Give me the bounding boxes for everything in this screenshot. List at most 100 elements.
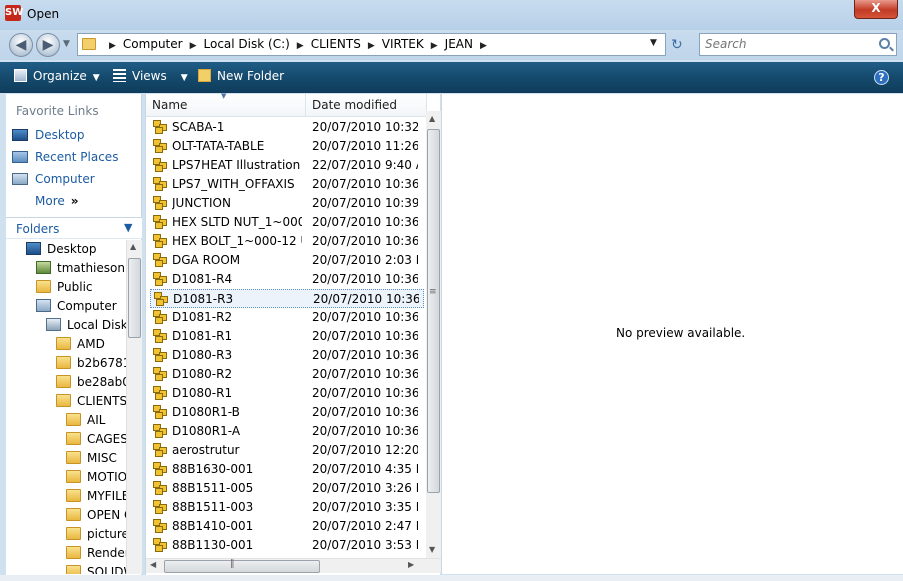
column-header-date-modified[interactable]: Date modified	[306, 94, 427, 117]
new-folder-icon	[198, 69, 211, 82]
breadcrumb-item[interactable]: JEAN	[445, 37, 473, 51]
views-button[interactable]: Views ▼	[113, 69, 188, 83]
breadcrumb-separator-icon[interactable]: ▶	[297, 41, 304, 51]
tree-item[interactable]: CAGES	[66, 432, 126, 451]
back-button[interactable]: ◀	[9, 33, 33, 57]
new-folder-button[interactable]: New Folder	[198, 69, 284, 83]
folder-icon	[66, 432, 81, 445]
file-row[interactable]: 88B1511-003 20/07/2010 3:35 PM	[150, 498, 424, 517]
scroll-up-icon[interactable]: ▲	[429, 114, 435, 123]
breadcrumb-item[interactable]: Computer	[123, 37, 183, 51]
file-row[interactable]: D1081-R2 20/07/2010 10:36 ...	[150, 308, 424, 327]
tree-item[interactable]: picture	[66, 527, 126, 546]
double-chevron-icon: »	[70, 194, 79, 208]
assembly-file-icon	[153, 310, 169, 325]
file-row[interactable]: OLT-TATA-TABLE 20/07/2010 11:26 ...	[150, 137, 424, 156]
address-dropdown[interactable]: ▼	[650, 38, 657, 48]
address-bar[interactable]: ▶ Computer ▶ Local Disk (C:) ▶ CLIENTS ▶ VIRTEK…	[77, 33, 666, 56]
scroll-right-icon[interactable]: ▶	[408, 560, 414, 569]
search-input[interactable]	[700, 34, 870, 54]
file-row[interactable]: aerostrutur 20/07/2010 12:20 ...	[150, 441, 424, 460]
tree-item[interactable]: CLIENTS	[56, 394, 126, 413]
file-date-modified: 20/07/2010 10:36 ...	[312, 177, 418, 191]
favorite-desktop[interactable]: Desktop	[12, 128, 85, 148]
file-row[interactable]: HEX BOLT_1~000-12 U... 20/07/2010 10:36 .…	[150, 232, 424, 251]
breadcrumb-item[interactable]: CLIENTS	[311, 37, 361, 51]
organize-button[interactable]: Organize ▼	[14, 69, 100, 83]
file-list: ▼ Name Date modified SCABA-1 20/07/2010 1…	[145, 92, 441, 581]
breadcrumb-separator-icon[interactable]: ▶	[368, 41, 375, 51]
grip-icon: ≡	[429, 287, 437, 297]
tree-item[interactable]: AMD	[56, 337, 105, 356]
search-icon[interactable]	[879, 38, 890, 49]
refresh-icon[interactable]: ↻	[671, 37, 683, 53]
close-button[interactable]: X	[854, 0, 898, 19]
tree-item[interactable]: tmathieson	[36, 261, 125, 280]
file-row[interactable]: SCABA-1 20/07/2010 10:32 ...	[150, 118, 424, 137]
breadcrumb-separator-icon[interactable]: ▶	[190, 41, 197, 51]
file-row[interactable]: D1080-R1 20/07/2010 10:36 ...	[150, 384, 424, 403]
computer-icon	[36, 299, 51, 312]
breadcrumb-separator-icon[interactable]: ▶	[109, 41, 116, 51]
folder-icon	[56, 375, 71, 388]
scroll-up-icon[interactable]: ▲	[130, 242, 136, 251]
file-row[interactable]: LPS7HEAT Illustration ... 22/07/2010 9:40…	[150, 156, 424, 175]
file-row[interactable]: 88B1410-001 20/07/2010 2:47 PM	[150, 517, 424, 536]
folders-toggle[interactable]: Folders ▼	[6, 217, 142, 239]
file-row[interactable]: D1080R1-B 20/07/2010 10:36 ...	[150, 403, 424, 422]
file-name: D1081-R4	[172, 272, 233, 286]
breadcrumb-separator-icon[interactable]: ▶	[480, 41, 487, 51]
assembly-file-icon	[153, 272, 169, 287]
tree-item-label: be28ab0b	[77, 375, 126, 389]
breadcrumb-item[interactable]: VIRTEK	[382, 37, 424, 51]
forward-button[interactable]: ▶	[36, 33, 60, 57]
folder-icon	[56, 356, 71, 369]
favorite-computer[interactable]: Computer	[12, 172, 95, 192]
file-row[interactable]: D1081-R1 20/07/2010 10:36 ...	[150, 327, 424, 346]
column-header-name[interactable]: ▼ Name	[146, 92, 306, 117]
tree-item[interactable]: Public	[36, 280, 93, 299]
file-row[interactable]: D1081-R3 20/07/2010 10:36 ...	[150, 289, 424, 308]
tree-item[interactable]: OPEN C	[66, 508, 126, 527]
favorite-recent-places[interactable]: Recent Places	[12, 150, 118, 170]
tree-item[interactable]: Render	[66, 546, 126, 565]
file-row[interactable]: DGA ROOM 20/07/2010 2:03 PM	[150, 251, 424, 270]
breadcrumb-item[interactable]: Local Disk (C:)	[204, 37, 290, 51]
file-row[interactable]: D1080-R3 20/07/2010 10:36 ...	[150, 346, 424, 365]
scroll-left-icon[interactable]: ◀	[150, 560, 156, 569]
scroll-thumb[interactable]	[128, 258, 141, 338]
file-row[interactable]: 88B1130-001 20/07/2010 3:53 PM	[150, 536, 424, 555]
scroll-down-icon[interactable]: ▼	[429, 545, 435, 554]
file-row[interactable]: HEX SLTD NUT_1~000-... 20/07/2010 10:36 .…	[150, 213, 424, 232]
tree-item[interactable]: Computer	[36, 299, 117, 318]
tree-item[interactable]: SOLIDW	[66, 565, 126, 574]
tree-item[interactable]: AIL	[66, 413, 105, 432]
file-name: OLT-TATA-TABLE	[172, 139, 265, 153]
file-row[interactable]: 88B1630-001 20/07/2010 4:35 PM	[150, 460, 424, 479]
scroll-thumb[interactable]	[164, 560, 320, 573]
file-row[interactable]: 88B1511-005 20/07/2010 3:26 PM	[150, 479, 424, 498]
assembly-file-icon	[153, 329, 169, 344]
file-row[interactable]: LPS7_WITH_OFFAXIS 20/07/2010 10:36 ...	[150, 175, 424, 194]
favorite-links-header: Favorite Links	[16, 104, 99, 118]
more-links-button[interactable]: More»	[35, 194, 79, 208]
scroll-thumb[interactable]	[427, 129, 440, 493]
file-list-vertical-scrollbar[interactable]: ▲ ≡ ▼	[426, 111, 441, 558]
tree-item[interactable]: MOTIO	[66, 470, 126, 489]
file-list-horizontal-scrollbar[interactable]: ◀ ‖ ▶	[146, 558, 441, 573]
tree-item[interactable]: MISC	[66, 451, 117, 470]
tree-item[interactable]: be28ab0b	[56, 375, 126, 394]
file-row[interactable]: D1080R1-A 20/07/2010 10:36 ...	[150, 422, 424, 441]
tree-item[interactable]: MYFILE	[66, 489, 126, 508]
help-icon[interactable]: ?	[874, 70, 889, 85]
breadcrumb-separator-icon[interactable]: ▶	[431, 41, 438, 51]
tree-item[interactable]: Local Disk	[46, 318, 126, 337]
tree-item[interactable]: Desktop	[26, 242, 97, 261]
file-row[interactable]: JUNCTION 20/07/2010 10:39 ...	[150, 194, 424, 213]
folder-tree-scrollbar[interactable]: ▲	[126, 240, 142, 574]
assembly-file-icon	[153, 120, 169, 135]
recent-pages-dropdown[interactable]: ▼	[63, 39, 70, 49]
file-row[interactable]: D1080-R2 20/07/2010 10:36 ...	[150, 365, 424, 384]
tree-item[interactable]: b2b6781f	[56, 356, 126, 375]
file-row[interactable]: D1081-R4 20/07/2010 10:36 ...	[150, 270, 424, 289]
